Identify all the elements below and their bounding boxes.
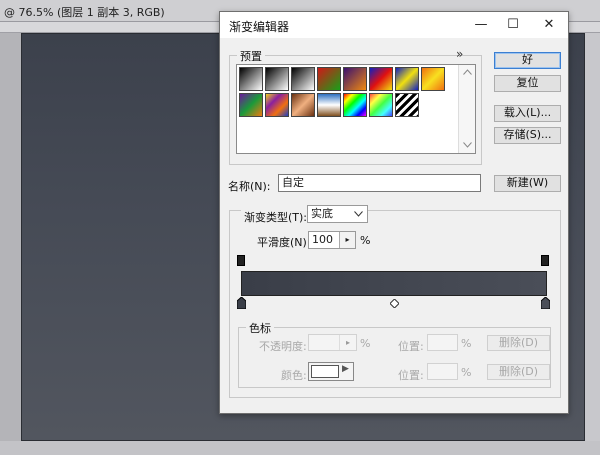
preset-swatch-transparent-stripes[interactable] [395, 93, 419, 117]
new-button[interactable]: 新建(W) [494, 175, 561, 192]
gradient-type-value: 实底 [311, 207, 333, 220]
opacity-location-label: 位置: [398, 340, 424, 353]
preset-swatch-blue-red-yellow[interactable] [369, 67, 393, 91]
color-stop-left[interactable] [237, 297, 246, 309]
smoothness-value: 100 [312, 233, 333, 246]
maximize-button[interactable]: ☐ [498, 14, 528, 36]
minimize-button[interactable]: — [466, 14, 496, 36]
canvas-margin [585, 33, 600, 455]
delete-color-stop-button[interactable]: 删除(D) [487, 364, 550, 380]
preset-swatch-violet-green-orange[interactable] [239, 93, 263, 117]
name-label: 名称(N): [228, 180, 271, 193]
delete-opacity-stop-button[interactable]: 删除(D) [487, 335, 550, 351]
save-button[interactable]: 存储(S)... [494, 127, 561, 144]
gradient-preview-bar[interactable] [241, 271, 547, 296]
color-stops-label: 色标 [246, 320, 274, 336]
opacity-location-input[interactable] [427, 334, 458, 351]
name-input[interactable]: 自定 [278, 174, 481, 192]
presets-scrollbar[interactable] [458, 65, 475, 153]
opacity-input[interactable]: ▸ [308, 334, 357, 351]
opacity-unit: % [360, 337, 371, 350]
opacity-arrow-icon[interactable]: ▸ [339, 335, 356, 350]
preset-swatch-black-white[interactable] [291, 67, 315, 91]
presets-label: 预置 [237, 48, 265, 64]
dialog-titlebar[interactable]: 渐变编辑器 — ☐ ✕ [220, 12, 568, 38]
opacity-stop-left[interactable] [237, 255, 245, 266]
smoothness-label: 平滑度(N): [257, 236, 311, 249]
preset-swatch-foreground-to-background[interactable] [239, 67, 263, 91]
color-swatch[interactable]: ▶ [308, 362, 354, 381]
smoothness-input[interactable]: 100 ▸ [308, 231, 356, 249]
color-swatch-fill [311, 365, 339, 378]
ok-button[interactable]: 好 [494, 52, 561, 69]
gradient-type-label: 渐变类型(T): [241, 209, 311, 225]
status-strip [0, 441, 600, 455]
smoothness-unit: % [360, 234, 371, 247]
swatch-grid [238, 66, 458, 126]
smoothness-arrow-icon[interactable]: ▸ [339, 232, 355, 248]
scroll-down-icon[interactable] [463, 142, 472, 148]
preset-swatch-red-green[interactable] [317, 67, 341, 91]
color-location-unit: % [461, 366, 472, 379]
preset-swatch-blue-yellow-blue[interactable] [395, 67, 419, 91]
preset-swatch-chrome[interactable] [317, 93, 341, 117]
presets-list[interactable] [236, 64, 476, 154]
color-location-label: 位置: [398, 369, 424, 382]
close-button[interactable]: ✕ [534, 14, 564, 36]
preset-swatch-foreground-to-transparent[interactable] [265, 67, 289, 91]
color-stop-right[interactable] [541, 297, 550, 309]
reset-button[interactable]: 复位 [494, 75, 561, 92]
preset-swatch-transparent-rainbow[interactable] [369, 93, 393, 117]
presets-menu-icon[interactable]: » [456, 47, 463, 61]
dialog-title: 渐变编辑器 [229, 20, 290, 34]
gradient-editor-dialog: 渐变编辑器 — ☐ ✕ 预置 » 好 复位 载入(L)... 存储(S)... … [219, 11, 569, 414]
load-button[interactable]: 载入(L)... [494, 105, 561, 122]
color-label: 颜色: [281, 369, 307, 382]
document-tab-title: @ 76.5% (图层 1 副本 3, RGB) [4, 6, 165, 19]
opacity-location-unit: % [461, 337, 472, 350]
opacity-stop-right[interactable] [541, 255, 549, 266]
color-location-input[interactable] [427, 363, 458, 380]
scroll-up-icon[interactable] [463, 69, 472, 75]
chevron-down-icon [354, 211, 363, 217]
opacity-label: 不透明度: [259, 340, 307, 353]
color-swatch-arrow-icon[interactable]: ▶ [342, 364, 349, 374]
preset-swatch-violet-orange[interactable] [343, 67, 367, 91]
midpoint-marker[interactable] [390, 299, 399, 308]
preset-swatch-yellow-violet-orange-blue[interactable] [265, 93, 289, 117]
preset-swatch-spectrum[interactable] [343, 93, 367, 117]
preset-swatch-orange-yellow-orange[interactable] [421, 67, 445, 91]
preset-swatch-copper[interactable] [291, 93, 315, 117]
gradient-type-select[interactable]: 实底 [307, 205, 368, 223]
